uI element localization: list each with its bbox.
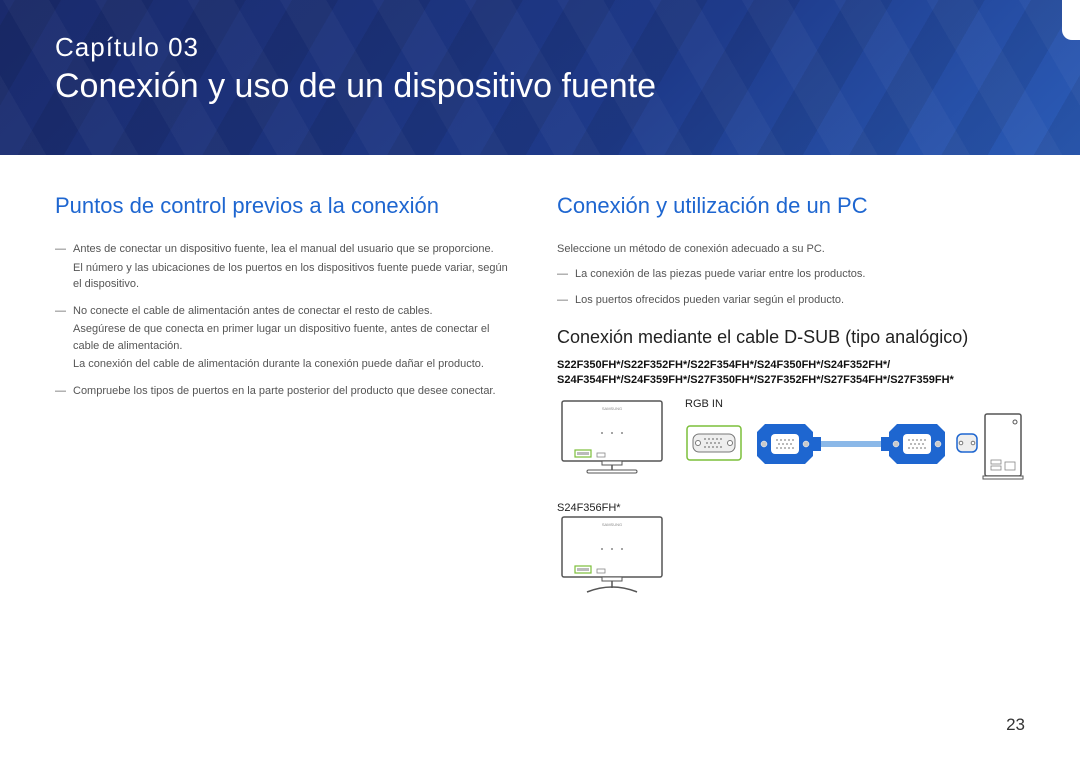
right-heading: Conexión y utilización de un PC	[557, 193, 1025, 219]
monitor2-label: S24F356FH*	[557, 502, 667, 514]
note-2-line-1: No conecte el cable de alimentación ante…	[73, 303, 513, 320]
dash-icon: ―	[55, 241, 67, 293]
chapter-label: Capítulo 03	[55, 32, 656, 63]
note-3-line-1: Compruebe los tipos de puertos en la par…	[73, 383, 513, 400]
rgb-in-label: RGB IN	[685, 398, 1025, 410]
monitor-illustrations: SAMSUNG S24F356FH* SAM	[557, 398, 667, 596]
page-curl-icon	[1062, 0, 1080, 40]
note-2-line-2: Asegúrese de que conecta en primer lugar…	[73, 321, 513, 354]
chapter-banner: Capítulo 03 Conexión y uso de un disposi…	[0, 0, 1080, 155]
monitor-back-icon: SAMSUNG	[557, 514, 667, 596]
note-3: ― Compruebe los tipos de puertos en la p…	[55, 383, 513, 400]
dsub-cable-icon	[685, 412, 1025, 482]
dash-icon: ―	[55, 383, 67, 400]
note-1-line-1: Antes de conectar un dispositivo fuente,…	[73, 241, 513, 258]
right-bullet-1: ― La conexión de las piezas puede variar…	[557, 266, 1025, 283]
content-columns: Puntos de control previos a la conexión …	[0, 155, 1080, 596]
left-heading: Puntos de control previos a la conexión	[55, 193, 513, 219]
model-list: S22F350FH*/S22F352FH*/S22F354FH*/S24F350…	[557, 358, 1025, 389]
note-1-line-2: El número y las ubicaciones de los puert…	[73, 260, 513, 293]
models-line-1: S22F350FH*/S22F352FH*/S22F354FH*/S24F350…	[557, 358, 1025, 373]
svg-text:SAMSUNG: SAMSUNG	[602, 522, 622, 527]
right-bullet-2-text: Los puertos ofrecidos pueden variar segú…	[575, 292, 1025, 309]
right-bullet-1-text: La conexión de las piezas puede variar e…	[575, 266, 1025, 283]
chapter-title: Conexión y uso de un dispositivo fuente	[55, 67, 656, 106]
note-2-line-3: La conexión del cable de alimentación du…	[73, 356, 513, 373]
right-bullet-2: ― Los puertos ofrecidos pueden variar se…	[557, 292, 1025, 309]
right-intro: Seleccione un método de conexión adecuad…	[557, 241, 1025, 258]
note-2: ― No conecte el cable de alimentación an…	[55, 303, 513, 373]
cable-diagram: RGB IN	[685, 398, 1025, 482]
dash-icon: ―	[557, 266, 569, 283]
monitor-back-icon: SAMSUNG	[557, 398, 667, 478]
note-1: ― Antes de conectar un dispositivo fuent…	[55, 241, 513, 293]
svg-text:SAMSUNG: SAMSUNG	[602, 406, 622, 411]
manual-page: Capítulo 03 Conexión y uso de un disposi…	[0, 0, 1080, 763]
connection-diagram: SAMSUNG S24F356FH* SAM	[557, 398, 1025, 596]
models-line-2: S24F354FH*/S24F359FH*/S27F350FH*/S27F352…	[557, 373, 1025, 388]
subheading-dsub: Conexión mediante el cable D-SUB (tipo a…	[557, 327, 1025, 348]
dash-icon: ―	[55, 303, 67, 373]
right-column: Conexión y utilización de un PC Seleccio…	[557, 193, 1025, 596]
left-column: Puntos de control previos a la conexión …	[55, 193, 513, 596]
banner-text: Capítulo 03 Conexión y uso de un disposi…	[55, 32, 656, 106]
dash-icon: ―	[557, 292, 569, 309]
page-number: 23	[1006, 715, 1025, 735]
